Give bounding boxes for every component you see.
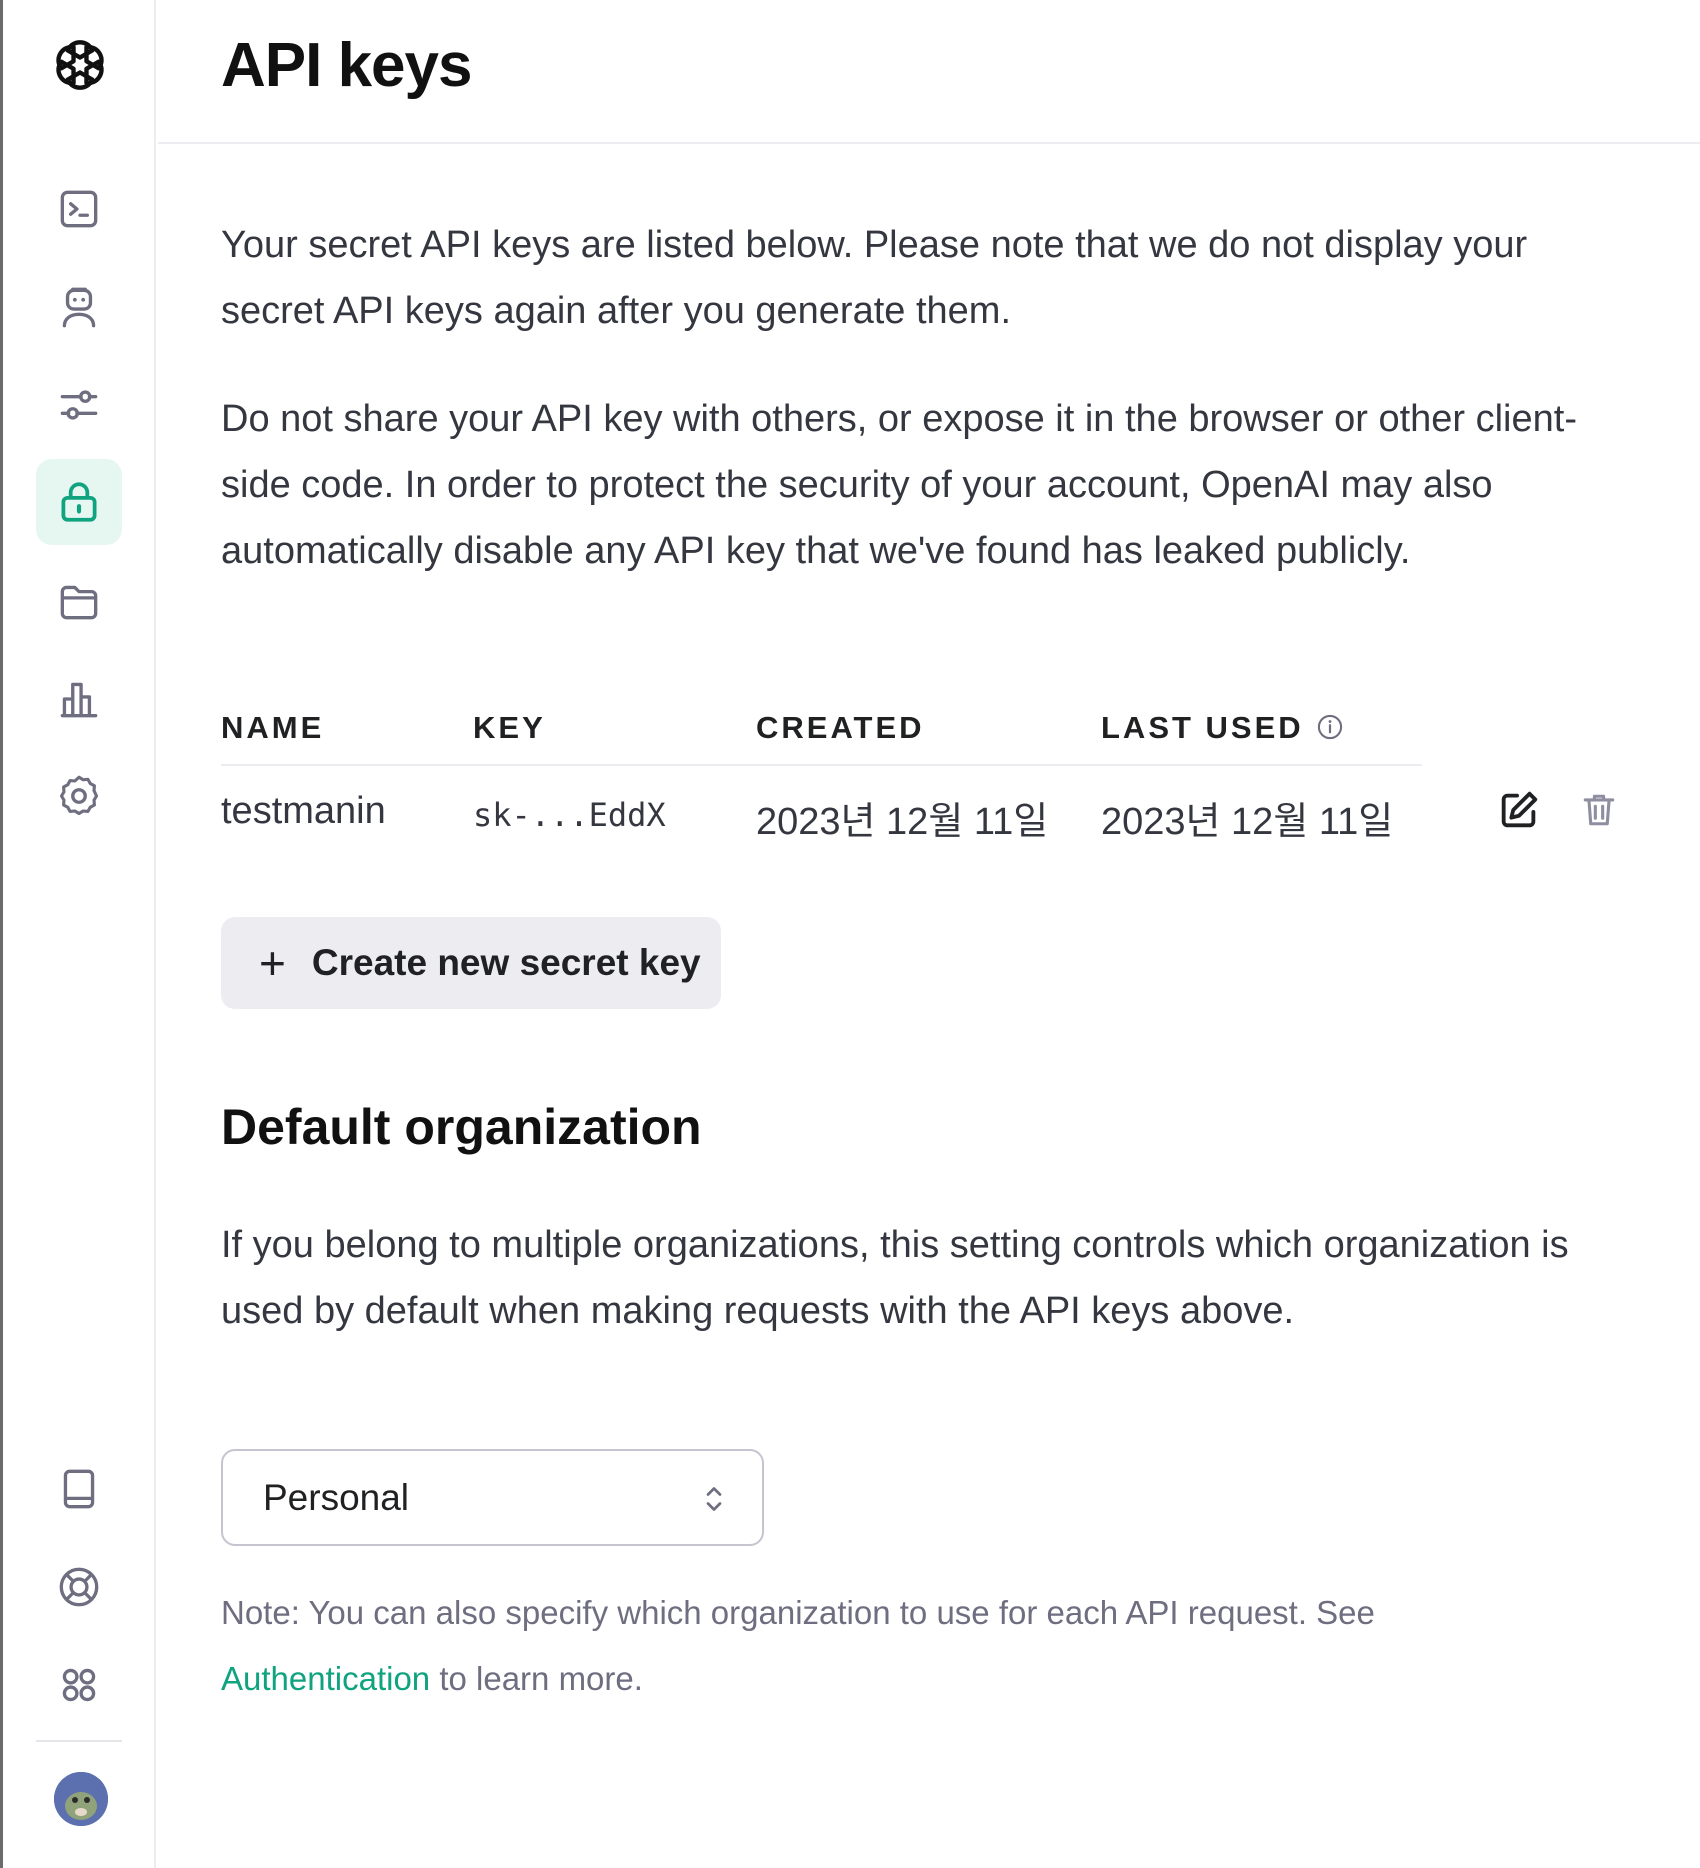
- column-header-last-used: LAST USED: [1101, 710, 1304, 745]
- column-header-name: NAME: [221, 710, 325, 745]
- chevron-up-down-icon: [706, 1487, 722, 1511]
- column-header-created: CREATED: [756, 710, 925, 745]
- note-prefix: Note: You can also specify which organiz…: [221, 1594, 1375, 1631]
- sidebar-divider: [36, 1740, 122, 1742]
- delete-key-button[interactable]: [1571, 782, 1627, 838]
- sidebar-item-playground[interactable]: [36, 166, 122, 252]
- authentication-link[interactable]: Authentication: [221, 1660, 430, 1697]
- avatar-image-icon: [54, 1772, 108, 1826]
- sidebar-item-usage[interactable]: [36, 656, 122, 742]
- create-secret-key-button[interactable]: + Create new secret key: [221, 917, 721, 1009]
- key-value-masked: sk-...EddX: [473, 796, 666, 834]
- sidebar-item-files[interactable]: [36, 558, 122, 644]
- note-suffix: to learn more.: [439, 1660, 643, 1697]
- lifebuoy-icon: [59, 1567, 99, 1607]
- default-organization-description: If you belong to multiple organizations,…: [221, 1224, 1569, 1332]
- info-icon[interactable]: [1316, 713, 1344, 741]
- trash-icon: [1583, 794, 1615, 826]
- gear-icon: [59, 775, 99, 816]
- key-last-used-date: 2023년 12월 11일: [1101, 801, 1394, 843]
- user-avatar[interactable]: [54, 1772, 108, 1826]
- organization-note: Note: You can also specify which organiz…: [221, 1580, 1521, 1712]
- default-organization-title: Default organization: [221, 1099, 702, 1155]
- sidebar-item-fine-tuning[interactable]: [36, 362, 122, 448]
- assistant-bot-icon: [62, 287, 96, 328]
- apps-grid-icon: [62, 1668, 96, 1702]
- lock-icon: [61, 482, 97, 522]
- plus-icon: +: [259, 937, 286, 989]
- openai-logo[interactable]: [41, 26, 119, 104]
- sidebar-item-help[interactable]: [36, 1544, 122, 1630]
- column-header-key: KEY: [473, 710, 546, 745]
- book-icon: [63, 1469, 95, 1509]
- table-row: testmanin sk-...EddX 2023년 12월 11일 2023년…: [221, 790, 1641, 850]
- sidebar-item-settings[interactable]: [36, 753, 122, 839]
- sidebar: [3, 0, 156, 1868]
- sidebar-item-docs[interactable]: [36, 1446, 122, 1532]
- create-secret-key-label: Create new secret key: [311, 942, 701, 983]
- page-title: API keys: [221, 31, 473, 100]
- edit-icon: [1501, 791, 1538, 828]
- warning-text: Do not share your API key with others, o…: [221, 398, 1577, 572]
- key-name: testmanin: [221, 790, 386, 832]
- key-created-date: 2023년 12월 11일: [756, 801, 1049, 843]
- sliders-icon: [60, 390, 98, 420]
- sidebar-item-api-keys[interactable]: [36, 459, 122, 545]
- keys-table-header: NAME KEY CREATED LAST USED: [221, 706, 1422, 766]
- sidebar-item-apps[interactable]: [36, 1642, 122, 1728]
- bar-chart-icon: [60, 682, 98, 718]
- openai-logo-icon: [56, 40, 104, 90]
- folder-icon: [60, 585, 98, 620]
- organization-select[interactable]: Personal: [221, 1449, 764, 1546]
- intro-text: Your secret API keys are listed below. P…: [221, 224, 1528, 332]
- edit-key-button[interactable]: [1491, 782, 1547, 838]
- sidebar-item-assistants[interactable]: [36, 264, 122, 350]
- organization-select-value: Personal: [263, 1476, 410, 1518]
- terminal-icon: [60, 190, 98, 228]
